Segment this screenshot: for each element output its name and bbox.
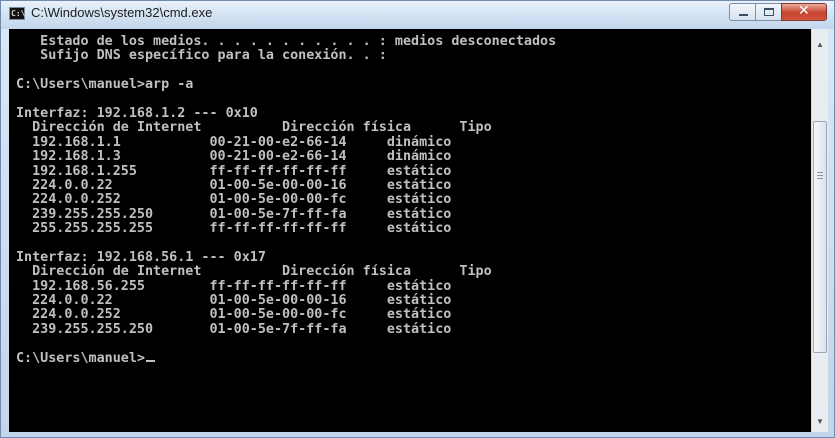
window-title: C:\Windows\system32\cmd.exe [31, 5, 213, 20]
title-bar[interactable]: C:\ C:\Windows\system32\cmd.exe ✕ [1, 1, 834, 29]
console-line: 255.255.255.255 ff-ff-ff-ff-ff-ff estáti… [16, 221, 452, 237]
console-output[interactable]: Estado de los medios. . . . . . . . . . … [9, 29, 811, 432]
console-text: Estado de los medios. . . . . . . . . . … [16, 34, 556, 366]
scroll-down-icon[interactable]: ▼ [812, 414, 828, 430]
maximize-icon [764, 8, 774, 16]
console-line: 239.255.255.250 01-00-5e-7f-ff-fa estáti… [16, 321, 452, 337]
thumb-grip-icon [817, 172, 823, 180]
console-line: 224.0.0.252 01-00-5e-00-00-fc estático [16, 192, 452, 208]
close-button[interactable]: ✕ [781, 3, 827, 21]
cmd-icon[interactable]: C:\ [9, 7, 25, 20]
console-line: C:\Users\manuel>arp -a [16, 77, 194, 93]
text-cursor [146, 359, 155, 362]
close-icon: ✕ [798, 3, 810, 19]
console-line: Sufijo DNS específico para la conexión. … [16, 48, 387, 64]
minimize-icon [739, 14, 748, 16]
console-line: 239.255.255.250 01-00-5e-7f-ff-fa estáti… [16, 206, 452, 222]
console-line: 224.0.0.252 01-00-5e-00-00-fc estático [16, 307, 452, 323]
maximize-button[interactable] [755, 3, 782, 21]
vertical-scrollbar[interactable]: ▲ ▼ [811, 29, 828, 432]
scroll-thumb[interactable] [813, 121, 827, 353]
console-line: Dirección de Internet Dirección física T… [16, 120, 492, 136]
console-line: 192.168.1.3 00-21-00-e2-66-14 dinámico [16, 149, 452, 165]
console-line: 192.168.56.255 ff-ff-ff-ff-ff-ff estátic… [16, 278, 452, 294]
console-line: C:\Users\manuel> [16, 351, 556, 366]
console-line: 192.168.1.1 00-21-00-e2-66-14 dinámico [16, 134, 452, 150]
console-line: 192.168.1.255 ff-ff-ff-ff-ff-ff estático [16, 163, 452, 179]
cmd-window: C:\ C:\Windows\system32\cmd.exe ✕ Estado… [0, 0, 835, 438]
minimize-button[interactable] [729, 3, 756, 21]
scroll-up-icon[interactable]: ▲ [812, 37, 828, 53]
console-line: Dirección de Internet Dirección física T… [16, 264, 492, 280]
